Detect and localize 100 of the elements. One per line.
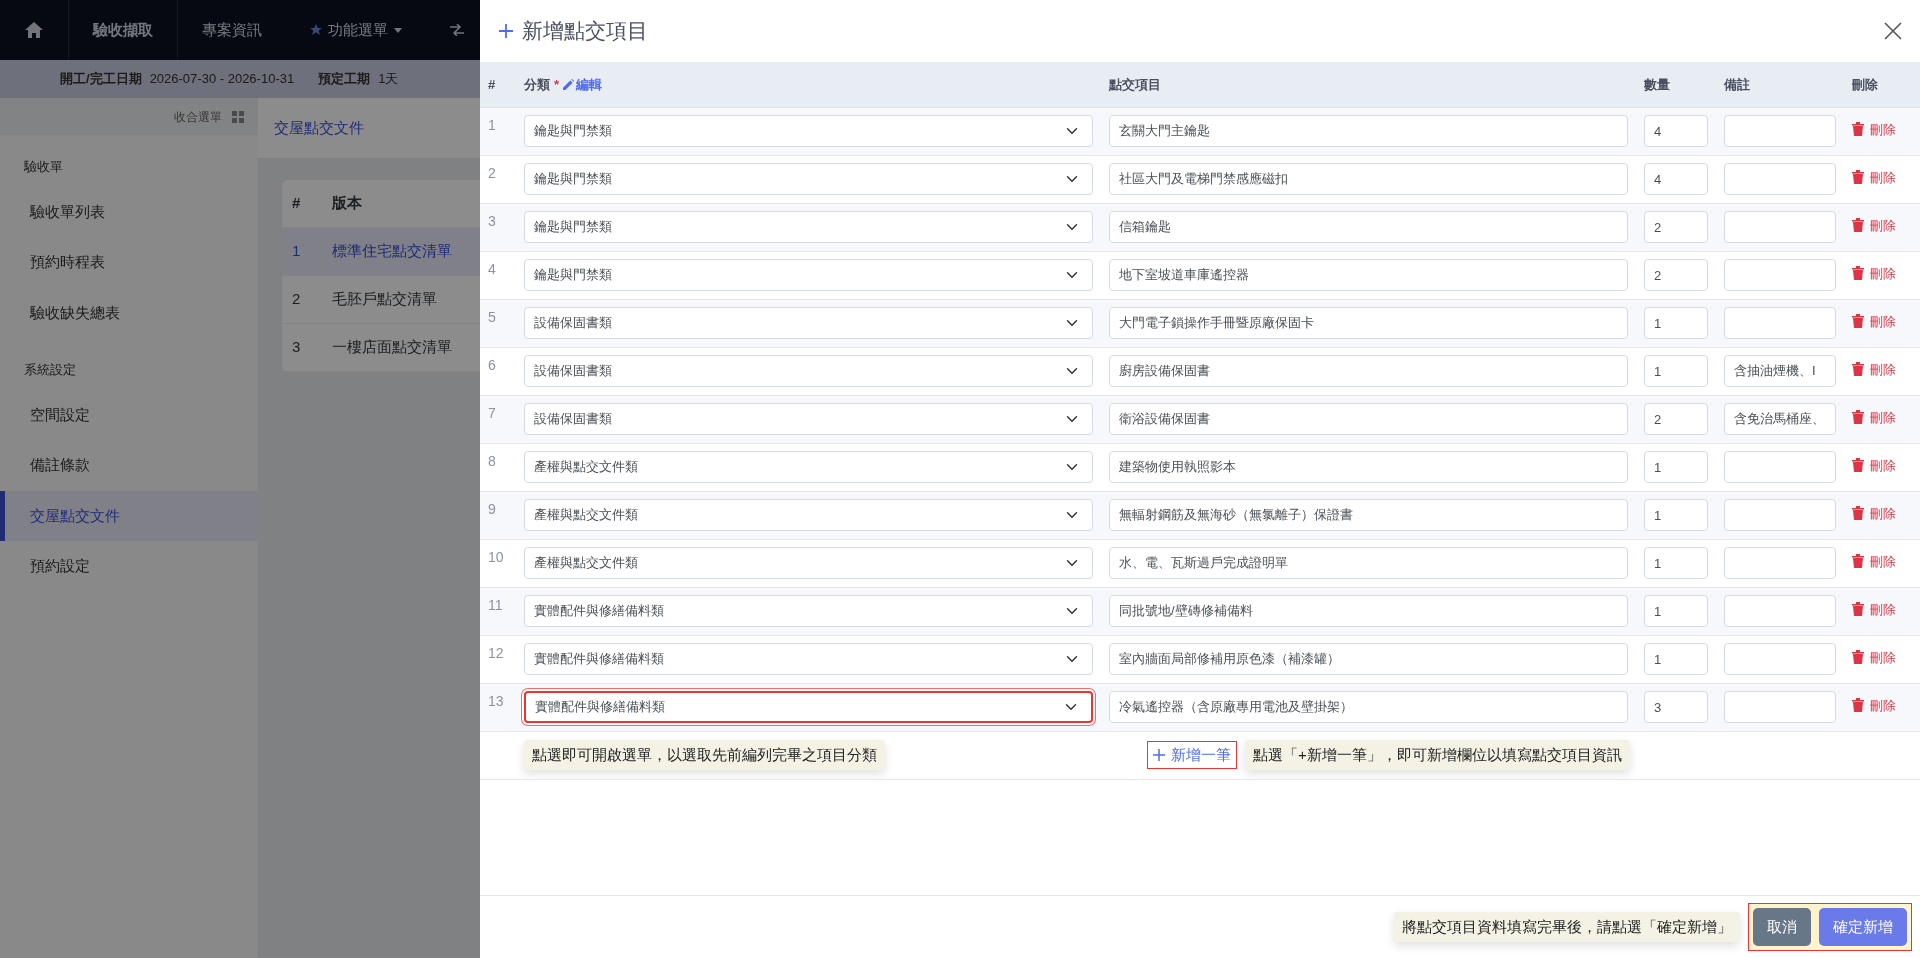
delete-button[interactable]: 刪除	[1852, 695, 1896, 716]
item-field[interactable]: 玄關大門主鑰匙	[1109, 115, 1628, 147]
quantity-field[interactable]: 1	[1644, 451, 1708, 483]
item-field[interactable]: 建築物使用執照影本	[1109, 451, 1628, 483]
category-select[interactable]: 實體配件與修繕備料類	[524, 691, 1093, 723]
category-select[interactable]: 產權與點交文件類	[524, 451, 1093, 483]
sidebar-item[interactable]: 備註條款	[0, 440, 258, 491]
trash-icon	[1852, 602, 1864, 617]
quantity-field[interactable]: 1	[1644, 355, 1708, 387]
caret-icon	[394, 27, 402, 33]
plus-icon	[498, 23, 514, 39]
quantity-field[interactable]: 1	[1644, 499, 1708, 531]
sidebar-item[interactable]: 驗收單列表	[0, 186, 258, 237]
plus-icon	[1153, 749, 1165, 761]
note-field[interactable]	[1724, 307, 1836, 339]
category-select[interactable]: 設備保固書類	[524, 355, 1093, 387]
item-field[interactable]: 冷氣遙控器（含原廠專用電池及壁掛架）	[1109, 691, 1628, 723]
cancel-button[interactable]: 取消	[1753, 908, 1811, 946]
note-field[interactable]	[1724, 451, 1836, 483]
item-field[interactable]: 水、電、瓦斯過戶完成證明單	[1109, 547, 1628, 579]
category-select[interactable]: 設備保固書類	[524, 307, 1093, 339]
category-select[interactable]: 鑰匙與門禁類	[524, 259, 1093, 291]
delete-button[interactable]: 刪除	[1852, 455, 1896, 476]
sidebar-item[interactable]: 預約設定	[0, 541, 258, 592]
row-number: 13	[488, 691, 504, 711]
note-field[interactable]	[1724, 499, 1836, 531]
item-field[interactable]: 同批號地/壁磚修補備料	[1109, 595, 1628, 627]
switch-icon[interactable]	[450, 24, 464, 36]
row-number: 12	[488, 643, 504, 663]
note-field[interactable]: 含抽油煙機、I	[1724, 355, 1836, 387]
brand-title[interactable]: 驗收擷取	[93, 18, 153, 42]
add-row-button[interactable]: 新增一筆	[1147, 740, 1237, 770]
quantity-field[interactable]: 4	[1644, 115, 1708, 147]
category-select[interactable]: 鑰匙與門禁類	[524, 115, 1093, 147]
row-number: 1	[488, 115, 496, 135]
quantity-field[interactable]: 4	[1644, 163, 1708, 195]
item-field[interactable]: 信箱鑰匙	[1109, 211, 1628, 243]
delete-button[interactable]: 刪除	[1852, 215, 1896, 236]
row-number: 10	[488, 547, 504, 567]
modal-title: 新增點交項目	[522, 18, 648, 45]
nav-link[interactable]: 專案資訊	[202, 18, 262, 42]
note-field[interactable]	[1724, 115, 1836, 147]
delete-button[interactable]: 刪除	[1852, 167, 1896, 188]
row-number: 9	[488, 499, 496, 519]
nav-menu[interactable]: 功能選單	[328, 18, 388, 42]
sidebar-item[interactable]: 預約時程表	[0, 237, 258, 288]
quantity-field[interactable]: 1	[1644, 643, 1708, 675]
note-field[interactable]	[1724, 163, 1836, 195]
item-field[interactable]: 廚房設備保固書	[1109, 355, 1628, 387]
row-number: 11	[488, 595, 503, 615]
row-number: 3	[488, 211, 496, 231]
delete-button[interactable]: 刪除	[1852, 551, 1896, 572]
delete-button[interactable]: 刪除	[1852, 359, 1896, 380]
delete-button[interactable]: 刪除	[1852, 263, 1896, 284]
note-field[interactable]	[1724, 211, 1836, 243]
sidebar-item[interactable]: 驗收缺失總表	[0, 287, 258, 338]
note-field[interactable]	[1724, 643, 1836, 675]
quantity-field[interactable]: 2	[1644, 259, 1708, 291]
note-field[interactable]: 含免治馬桶座、	[1724, 403, 1836, 435]
note-field[interactable]	[1724, 595, 1836, 627]
quantity-field[interactable]: 1	[1644, 547, 1708, 579]
quantity-field[interactable]: 1	[1644, 307, 1708, 339]
category-select[interactable]: 實體配件與修繕備料類	[524, 595, 1093, 627]
info-value: 2026-07-30 - 2026-10-31	[149, 70, 295, 89]
row-number: 4	[488, 259, 496, 279]
delete-button[interactable]: 刪除	[1852, 407, 1896, 428]
sidebar-item[interactable]: 空間設定	[0, 389, 258, 440]
category-select[interactable]: 鑰匙與門禁類	[524, 211, 1093, 243]
confirm-button[interactable]: 確定新增	[1819, 908, 1907, 946]
note-field[interactable]	[1724, 547, 1836, 579]
grid-icon[interactable]	[232, 110, 244, 123]
item-field[interactable]: 衛浴設備保固書	[1109, 403, 1628, 435]
delete-button[interactable]: 刪除	[1852, 119, 1896, 140]
category-select[interactable]: 設備保固書類	[524, 403, 1093, 435]
delete-button[interactable]: 刪除	[1852, 599, 1896, 620]
category-select[interactable]: 實體配件與修繕備料類	[524, 643, 1093, 675]
home-icon[interactable]	[24, 21, 44, 39]
row-number: 7	[488, 403, 496, 423]
category-select[interactable]: 產權與點交文件類	[524, 547, 1093, 579]
delete-button[interactable]: 刪除	[1852, 647, 1896, 668]
page-title: 交屋點交文件	[274, 117, 364, 138]
quantity-field[interactable]: 2	[1644, 403, 1708, 435]
quantity-field[interactable]: 3	[1644, 691, 1708, 723]
column-header: #	[488, 76, 496, 92]
category-select[interactable]: 產權與點交文件類	[524, 499, 1093, 531]
edit-link[interactable]: 編輯	[563, 74, 603, 94]
quantity-field[interactable]: 1	[1644, 595, 1708, 627]
item-field[interactable]: 地下室坡道車庫遙控器	[1109, 259, 1628, 291]
close-icon[interactable]	[1884, 22, 1902, 40]
trash-icon	[1852, 506, 1864, 521]
quantity-field[interactable]: 2	[1644, 211, 1708, 243]
delete-button[interactable]: 刪除	[1852, 503, 1896, 524]
note-field[interactable]	[1724, 259, 1836, 291]
item-field[interactable]: 社區大門及電梯門禁感應磁扣	[1109, 163, 1628, 195]
delete-button[interactable]: 刪除	[1852, 311, 1896, 332]
category-select[interactable]: 鑰匙與門禁類	[524, 163, 1093, 195]
item-field[interactable]: 大門電子鎖操作手冊暨原廠保固卡	[1109, 307, 1628, 339]
note-field[interactable]	[1724, 691, 1836, 723]
item-field[interactable]: 室內牆面局部修補用原色漆（補漆罐）	[1109, 643, 1628, 675]
item-field[interactable]: 無輻射鋼筋及無海砂（無氯離子）保證書	[1109, 499, 1628, 531]
